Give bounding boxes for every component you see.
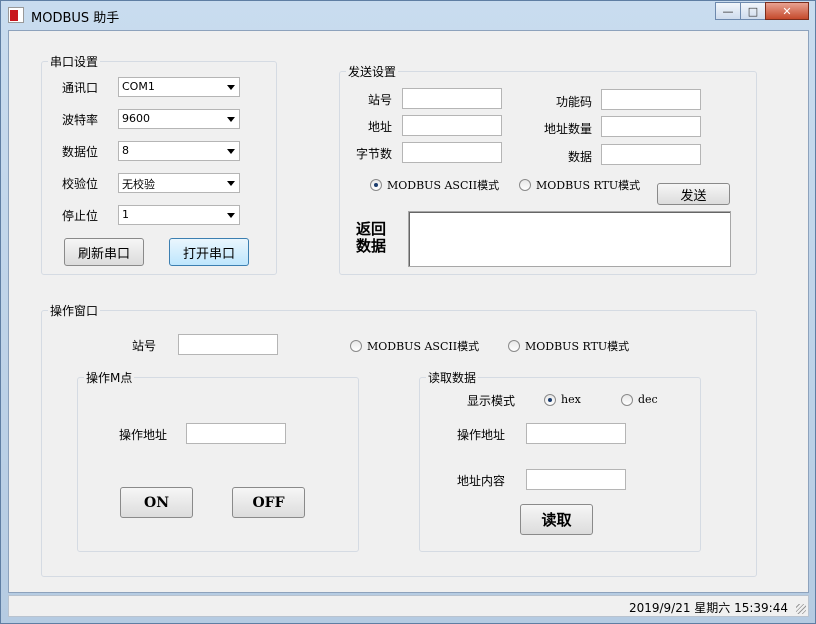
port-value: COM1 [122, 80, 155, 93]
send-settings-label: 发送设置 [346, 63, 399, 80]
baud-value: 9600 [122, 112, 150, 125]
chevron-down-icon [227, 85, 235, 90]
address-content-input[interactable] [526, 469, 626, 490]
parity-label: 校验位 [62, 177, 99, 191]
mpoint-group: 操作M点 操作地址 ON OFF [77, 369, 359, 552]
data-label: 数据 [568, 150, 593, 164]
radio-unselected-icon [508, 340, 520, 352]
chevron-down-icon [227, 213, 235, 218]
status-bar: 2019/9/21 星期六 15:39:44 [8, 595, 809, 617]
send-rtu-radio[interactable]: MODBUS RTU模式 [519, 177, 640, 193]
parity-value: 无校验 [122, 178, 155, 191]
stopbits-select[interactable]: 1 [118, 205, 240, 225]
op-rtu-radio[interactable]: MODBUS RTU模式 [508, 338, 629, 354]
op-station-label: 站号 [132, 339, 157, 353]
radio-unselected-icon [621, 393, 633, 406]
bytes-label: 字节数 [356, 147, 393, 161]
close-button[interactable]: ✕ [765, 2, 809, 20]
function-code-input[interactable] [601, 89, 701, 110]
read-button[interactable]: 读取 [520, 504, 593, 535]
send-ascii-label: MODBUS ASCII模式 [387, 179, 500, 192]
send-settings-group: 发送设置 站号 地址 字节数 功能码 地址数量 数据 MODBUS ASCII模… [339, 63, 757, 275]
data-input[interactable] [601, 144, 701, 165]
dec-label: dec [638, 393, 658, 406]
window-controls: — □ ✕ [715, 2, 809, 20]
dec-radio[interactable]: dec [621, 393, 658, 406]
radio-selected-icon [370, 179, 382, 191]
resize-grip-icon[interactable] [796, 604, 806, 614]
status-datetime: 2019/9/21 星期六 15:39:44 [628, 601, 788, 615]
port-label: 通讯口 [62, 81, 99, 95]
serial-settings-group: 串口设置 通讯口 COM1 波特率 9600 数据位 8 校验位 无校验 停止位… [41, 53, 277, 275]
mpoint-address-label: 操作地址 [119, 428, 168, 442]
open-port-button[interactable]: 打开串口 [169, 238, 249, 266]
station-input[interactable] [402, 88, 502, 109]
chevron-down-icon [227, 149, 235, 154]
op-ascii-label: MODBUS ASCII模式 [367, 340, 480, 353]
title-bar[interactable]: MODBUS 助手 — □ ✕ [1, 1, 815, 29]
bytes-input[interactable] [402, 142, 502, 163]
off-button[interactable]: OFF [232, 487, 305, 518]
refresh-ports-button[interactable]: 刷新串口 [64, 238, 144, 266]
baud-label: 波特率 [62, 113, 99, 127]
address-input[interactable] [402, 115, 502, 136]
databits-label: 数据位 [62, 145, 99, 159]
hex-radio[interactable]: hex [544, 393, 581, 406]
minimize-button[interactable]: — [715, 2, 741, 20]
radio-unselected-icon [519, 179, 531, 191]
read-data-group: 读取数据 显示模式 hex dec 操作地址 地址内容 读取 [419, 369, 701, 552]
send-rtu-label: MODBUS RTU模式 [536, 179, 641, 192]
station-label: 站号 [368, 93, 393, 107]
stopbits-label: 停止位 [62, 209, 99, 223]
display-mode-label: 显示模式 [467, 394, 516, 408]
window-title: MODBUS 助手 [31, 11, 120, 26]
baud-select[interactable]: 9600 [118, 109, 240, 129]
databits-value: 8 [122, 144, 129, 157]
address-count-label: 地址数量 [544, 122, 593, 136]
stopbits-value: 1 [122, 208, 129, 221]
radio-selected-icon [544, 393, 556, 406]
mpoint-address-input[interactable] [186, 423, 286, 444]
read-data-label: 读取数据 [426, 369, 479, 386]
radio-unselected-icon [350, 340, 362, 352]
operation-group: 操作窗口 站号 MODBUS ASCII模式 MODBUS RTU模式 操作M点… [41, 302, 757, 577]
op-rtu-label: MODBUS RTU模式 [525, 340, 630, 353]
port-select[interactable]: COM1 [118, 77, 240, 97]
address-content-label: 地址内容 [457, 474, 506, 488]
parity-select[interactable]: 无校验 [118, 173, 240, 193]
op-ascii-radio[interactable]: MODBUS ASCII模式 [350, 338, 479, 354]
read-address-input[interactable] [526, 423, 626, 444]
serial-settings-label: 串口设置 [48, 53, 101, 70]
databits-select[interactable]: 8 [118, 141, 240, 161]
on-button[interactable]: ON [120, 487, 193, 518]
function-code-label: 功能码 [556, 95, 593, 109]
operation-label: 操作窗口 [48, 302, 101, 319]
return-data-box[interactable] [408, 211, 731, 267]
chevron-down-icon [227, 181, 235, 186]
read-address-label: 操作地址 [457, 428, 506, 442]
main-window: MODBUS 助手 — □ ✕ 串口设置 通讯口 COM1 波特率 9600 数… [0, 0, 816, 624]
maximize-button[interactable]: □ [740, 2, 766, 20]
address-count-input[interactable] [601, 116, 701, 137]
address-label: 地址 [368, 120, 393, 134]
chevron-down-icon [227, 117, 235, 122]
app-icon [8, 7, 24, 23]
send-button[interactable]: 发送 [657, 183, 730, 205]
return-data-label: 返回数据 [356, 220, 387, 255]
send-ascii-radio[interactable]: MODBUS ASCII模式 [370, 177, 499, 193]
mpoint-label: 操作M点 [84, 369, 135, 386]
op-station-input[interactable] [178, 334, 278, 355]
hex-label: hex [561, 393, 581, 406]
client-area: 串口设置 通讯口 COM1 波特率 9600 数据位 8 校验位 无校验 停止位… [8, 30, 809, 593]
